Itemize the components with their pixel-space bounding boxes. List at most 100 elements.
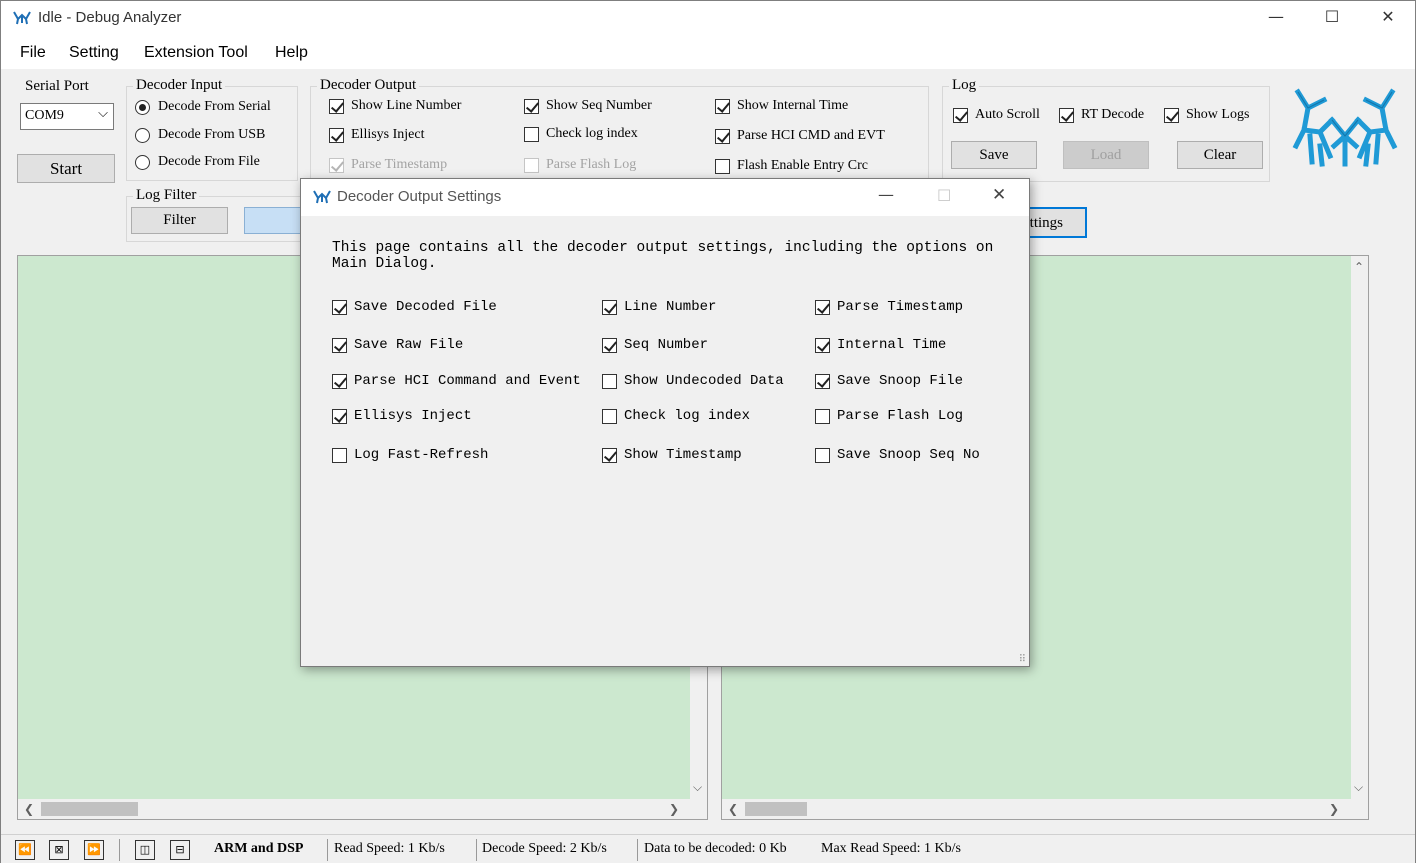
serial-port-title: Serial Port: [22, 78, 92, 95]
checkbox-ellisys-inject[interactable]: Ellisys Inject: [329, 127, 425, 143]
dialog-checkbox-show-undecoded-data[interactable]: Show Undecoded Data: [602, 373, 784, 389]
dialog-checkbox-show-timestamp[interactable]: Show Timestamp: [602, 447, 742, 463]
dialog-checkbox-save-raw-file[interactable]: Save Raw File: [332, 337, 463, 353]
maximize-icon[interactable]: ☐: [1304, 1, 1360, 35]
status-separator: [327, 839, 328, 861]
checkbox-indicator: [332, 447, 347, 463]
scroll-thumb[interactable]: [41, 802, 138, 816]
decoder-output-settings-dialog: Decoder Output Settings — ☐ ✕ This page …: [300, 178, 1030, 667]
horizontal-scrollbar[interactable]: ❮ ❯: [18, 799, 707, 819]
app-logo-icon: [13, 11, 31, 25]
checkbox-label: Save Snoop Seq No: [837, 447, 980, 463]
load-button: Load: [1063, 141, 1149, 169]
stop-icon[interactable]: ⊠: [49, 840, 69, 860]
menu-help[interactable]: Help: [275, 44, 308, 62]
checkbox-show-seq-number[interactable]: Show Seq Number: [524, 98, 652, 114]
checkbox-label: Log Fast-Refresh: [354, 447, 489, 463]
dialog-checkbox-ellisys-inject[interactable]: Ellisys Inject: [332, 408, 472, 424]
dialog-checkbox-check-log-index[interactable]: Check log index: [602, 408, 750, 424]
scroll-left-icon[interactable]: ❮: [728, 802, 738, 816]
dialog-checkbox-internal-time[interactable]: Internal Time: [815, 337, 946, 353]
checkbox-show-line-number[interactable]: Show Line Number: [329, 98, 461, 114]
checkbox-label: Internal Time: [837, 337, 947, 353]
checkbox-label: Show Seq Number: [546, 98, 652, 113]
scroll-down-icon[interactable]: ⌵: [1354, 780, 1363, 795]
scroll-up-icon[interactable]: ⌃: [1354, 260, 1364, 274]
checkbox-label: RT Decode: [1081, 107, 1145, 122]
radio-decode-from-usb[interactable]: Decode From USB: [135, 127, 265, 143]
vertical-scrollbar[interactable]: ⌃ ⌵: [1351, 256, 1368, 799]
checkbox-parse-timestamp: Parse Timestamp: [329, 157, 447, 173]
brand-logo-icon: [1292, 88, 1398, 167]
clear-button[interactable]: Clear: [1177, 141, 1263, 169]
dialog-checkbox-parse-hci-command-and-event[interactable]: Parse HCI Command and Event: [332, 373, 581, 389]
app-logo-icon: [313, 190, 331, 204]
status-separator: [119, 839, 120, 861]
dialog-checkbox-parse-timestamp[interactable]: Parse Timestamp: [815, 299, 963, 315]
scroll-right-icon[interactable]: ❯: [1329, 802, 1339, 816]
split-horizontal-icon[interactable]: ⊟: [170, 840, 190, 860]
first-page-icon[interactable]: ⏪: [15, 840, 35, 860]
close-icon[interactable]: ✕: [1360, 1, 1416, 35]
dialog-checkbox-seq-number[interactable]: Seq Number: [602, 337, 708, 353]
checkbox-indicator: [815, 337, 830, 353]
checkbox-indicator: [715, 128, 730, 144]
checkbox-label: Seq Number: [624, 337, 709, 353]
checkbox-parse-hci-cmd-evt[interactable]: Parse HCI CMD and EVT: [715, 128, 885, 144]
minimize-icon[interactable]: —: [878, 185, 894, 204]
checkbox-label: Parse HCI CMD and EVT: [737, 128, 885, 143]
checkbox-rt-decode[interactable]: RT Decode: [1059, 107, 1144, 123]
checkbox-check-log-index[interactable]: Check log index: [524, 126, 638, 142]
save-button[interactable]: Save: [951, 141, 1037, 169]
menu-setting[interactable]: Setting: [69, 44, 119, 62]
checkbox-indicator: [602, 373, 617, 389]
dialog-checkbox-parse-flash-log[interactable]: Parse Flash Log: [815, 408, 963, 424]
checkbox-indicator: [332, 299, 347, 315]
checkbox-indicator: [524, 157, 539, 173]
dialog-checkbox-line-number[interactable]: Line Number: [602, 299, 716, 315]
split-vertical-icon[interactable]: ◫: [135, 840, 155, 860]
dialog-checkbox-save-decoded-file[interactable]: Save Decoded File: [332, 299, 497, 315]
scroll-left-icon[interactable]: ❮: [24, 802, 34, 816]
log-filter-title: Log Filter: [133, 187, 200, 204]
checkbox-auto-scroll[interactable]: Auto Scroll: [953, 107, 1040, 123]
filter-button[interactable]: Filter: [131, 207, 228, 234]
radio-label: Decode From File: [158, 154, 260, 169]
title-bar[interactable]: Idle - Debug Analyzer — ☐ ✕: [1, 1, 1415, 36]
dialog-checkbox-log-fast-refresh[interactable]: Log Fast-Refresh: [332, 447, 488, 463]
menu-extension-tool[interactable]: Extension Tool: [144, 44, 248, 62]
close-icon[interactable]: ✕: [992, 185, 1006, 205]
radio-label: Decode From USB: [158, 127, 266, 142]
radio-decode-from-file[interactable]: Decode From File: [135, 154, 260, 170]
scroll-right-icon[interactable]: ❯: [669, 802, 679, 816]
checkbox-label: Show Logs: [1186, 107, 1250, 122]
checkbox-show-logs[interactable]: Show Logs: [1164, 107, 1249, 123]
checkbox-label: Show Timestamp: [624, 447, 742, 463]
checkbox-indicator: [332, 337, 347, 353]
scroll-thumb[interactable]: [745, 802, 807, 816]
resize-grip-icon[interactable]: ⠿: [1019, 654, 1026, 665]
radio-decode-from-serial[interactable]: Decode From Serial: [135, 99, 271, 115]
filter-input[interactable]: [244, 207, 304, 234]
checkbox-label: Check log index: [546, 126, 638, 141]
checkbox-label: Show Undecoded Data: [624, 373, 784, 389]
checkbox-show-internal-time[interactable]: Show Internal Time: [715, 98, 848, 114]
checkbox-label: Auto Scroll: [975, 107, 1040, 122]
start-button[interactable]: Start: [17, 154, 115, 183]
checkbox-label: Parse Flash Log: [837, 408, 964, 424]
checkbox-flash-enable-entry-crc[interactable]: Flash Enable Entry Crc: [715, 158, 868, 174]
dialog-title-bar[interactable]: Decoder Output Settings — ☐ ✕: [301, 179, 1029, 216]
menu-file[interactable]: File: [20, 44, 46, 62]
scroll-down-icon[interactable]: ⌵: [693, 780, 702, 795]
status-bar: ⏪ ⊠ ⏩ ◫ ⊟ ARM and DSP Read Speed: 1 Kb/s…: [1, 834, 1415, 863]
dialog-checkbox-save-snoop-file[interactable]: Save Snoop File: [815, 373, 963, 389]
checkbox-parse-flash-log: Parse Flash Log: [524, 157, 636, 173]
serial-port-select[interactable]: COM9 ⌵: [20, 103, 114, 130]
status-separator: [476, 839, 477, 861]
checkbox-indicator: [329, 127, 344, 143]
last-page-icon[interactable]: ⏩: [84, 840, 104, 860]
dialog-checkbox-save-snoop-seq-no[interactable]: Save Snoop Seq No: [815, 447, 980, 463]
minimize-icon[interactable]: —: [1248, 1, 1304, 35]
horizontal-scrollbar[interactable]: ❮ ❯: [722, 799, 1368, 819]
checkbox-indicator: [815, 299, 830, 315]
